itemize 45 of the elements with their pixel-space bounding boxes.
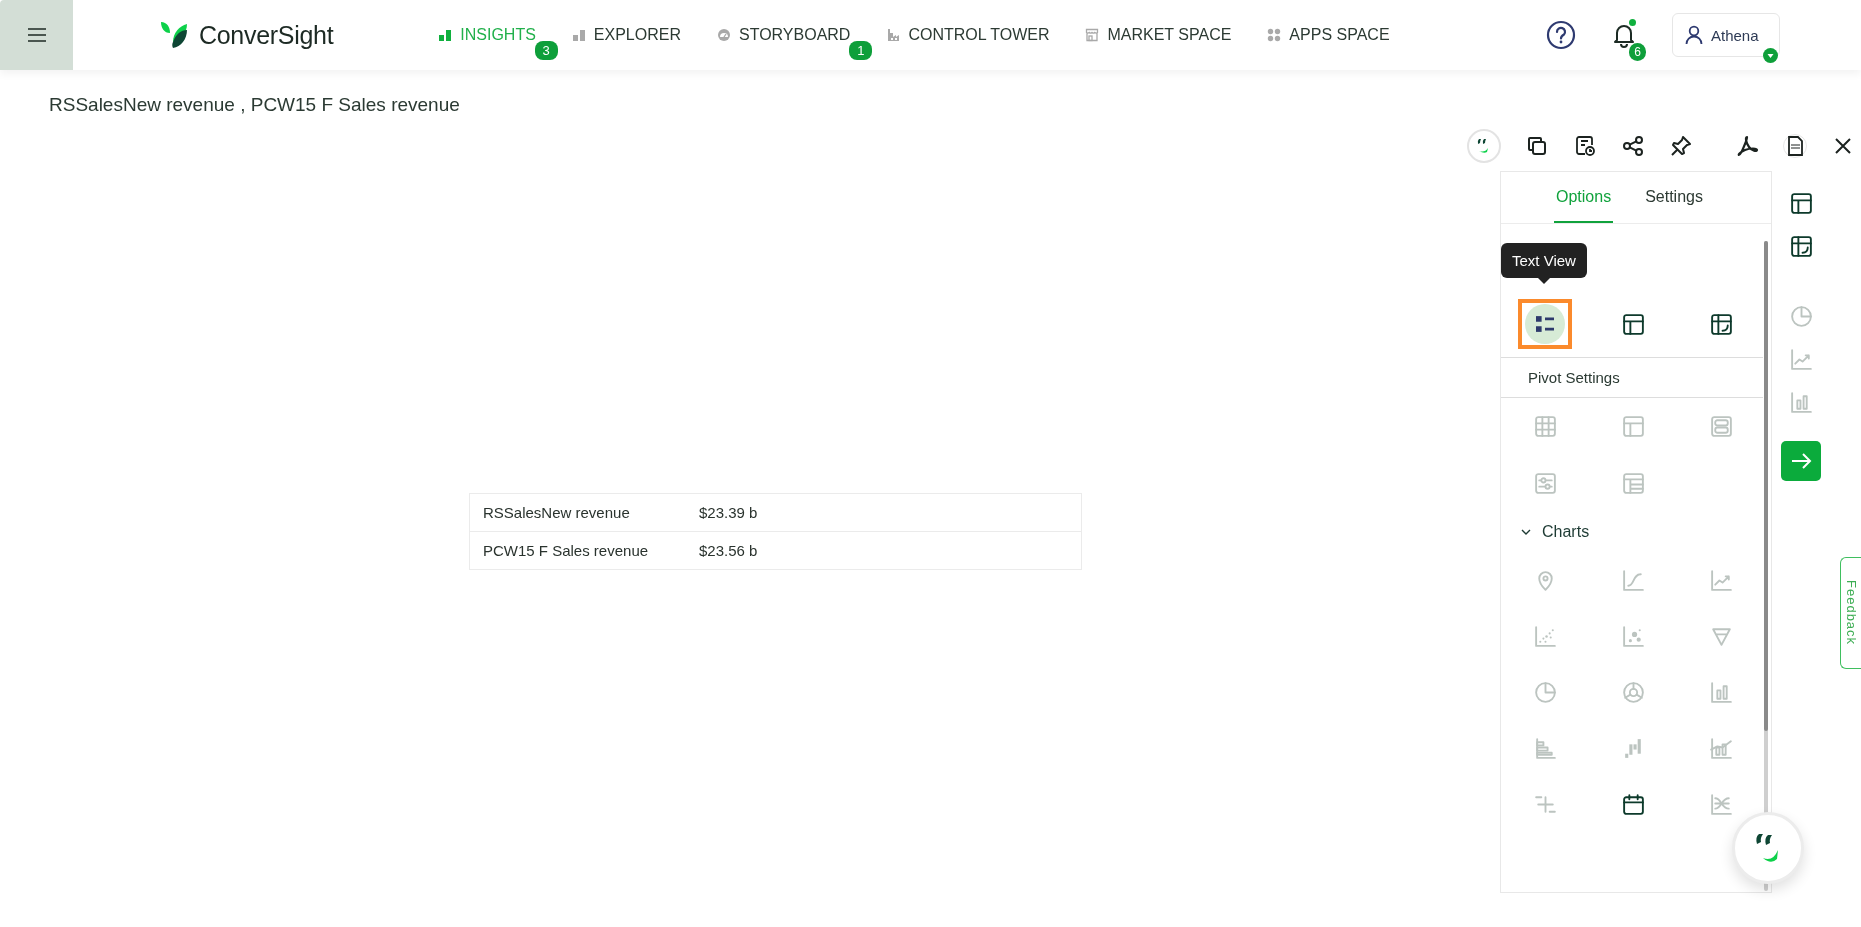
list-icon: [1536, 316, 1554, 332]
assistant-icon[interactable]: [1467, 129, 1501, 163]
calendar-icon[interactable]: [1620, 791, 1646, 817]
table-icon: [1620, 311, 1646, 337]
share-icon[interactable]: [1621, 134, 1645, 158]
bar-chart-icon: [571, 28, 586, 42]
copy-icon[interactable]: [1525, 134, 1549, 158]
nav-tab[interactable]: APPS SPACE: [1267, 18, 1390, 52]
user-icon: [1685, 25, 1703, 45]
menu-icon: [26, 27, 47, 43]
view-option-button[interactable]: [1518, 299, 1572, 349]
caret-icon: [1763, 48, 1778, 63]
nav-tab[interactable]: CONTROL TOWER: [886, 18, 1050, 52]
pivot-table-icon[interactable]: [1789, 234, 1814, 259]
table-cell: PCW15 F Sales revenue: [469, 531, 686, 570]
table-cell: RSSalesNew revenue: [469, 493, 686, 532]
bell-icon[interactable]: [1612, 22, 1636, 48]
table-cell: $23.39 b: [686, 493, 1082, 532]
table-icon[interactable]: [1789, 191, 1814, 216]
page-title: RSSalesNew revenue , PCW15 F Sales revenue: [49, 94, 461, 116]
notification-count: 6: [1629, 43, 1646, 61]
table-cell: $23.56 b: [686, 531, 1082, 570]
count-badge: 1: [849, 41, 873, 60]
panel-tab[interactable]: Settings: [1643, 172, 1705, 223]
pivot-table-icon: [1708, 311, 1734, 337]
gauge-icon: [717, 28, 731, 42]
store-icon: [1085, 28, 1100, 42]
pin-icon[interactable]: [1669, 134, 1693, 158]
factory-icon: [886, 28, 901, 42]
bar-chart-icon: [438, 28, 453, 42]
section-title: Charts: [1542, 523, 1590, 541]
pdf-icon[interactable]: [1735, 134, 1759, 158]
nav-tab[interactable]: STORYBOARD: [717, 18, 851, 52]
count-badge: 3: [534, 41, 558, 60]
xlsx-file-icon[interactable]: [1783, 134, 1807, 158]
menu-button[interactable]: [0, 0, 73, 70]
help-icon[interactable]: [1546, 20, 1576, 50]
schedule-report-icon[interactable]: [1573, 134, 1597, 158]
nav-tab[interactable]: EXPLORER: [571, 18, 681, 52]
section-label: Pivot Settings: [1501, 358, 1763, 398]
tooltip: Text View: [1501, 243, 1587, 284]
brand-name: ConverSight: [199, 20, 334, 50]
apps-icon: [1267, 28, 1282, 42]
nav-tab[interactable]: MARKET SPACE: [1085, 18, 1232, 52]
next-button[interactable]: [1781, 441, 1821, 481]
